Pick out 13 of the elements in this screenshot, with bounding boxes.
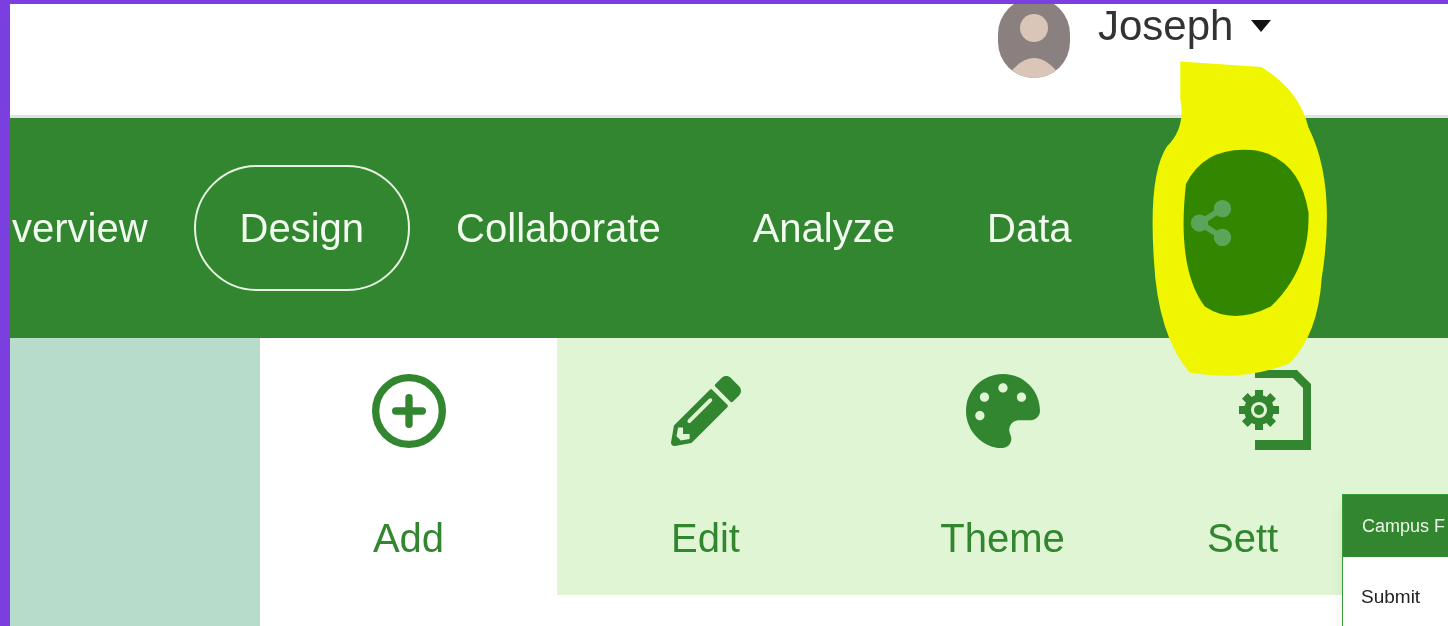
pencil-icon <box>670 376 741 446</box>
palette-icon <box>965 374 1040 448</box>
nav-tab[interactable]: Data <box>941 165 1118 291</box>
nav-tab[interactable]: Design <box>193 165 411 291</box>
avatar-icon[interactable] <box>998 4 1070 78</box>
nav-tab[interactable]: Collaborate <box>410 165 707 291</box>
nav-tab[interactable]: verview <box>10 165 194 291</box>
user-menu-button[interactable]: Joseph <box>1098 4 1272 48</box>
toolbar-button[interactable]: Edit <box>557 338 854 595</box>
nav-tab[interactable]: Analyze <box>706 165 941 291</box>
caret-icon <box>1251 20 1272 32</box>
toolbar-button[interactable]: Theme <box>854 338 1151 595</box>
popup-title: Campus F <box>1362 514 1446 538</box>
